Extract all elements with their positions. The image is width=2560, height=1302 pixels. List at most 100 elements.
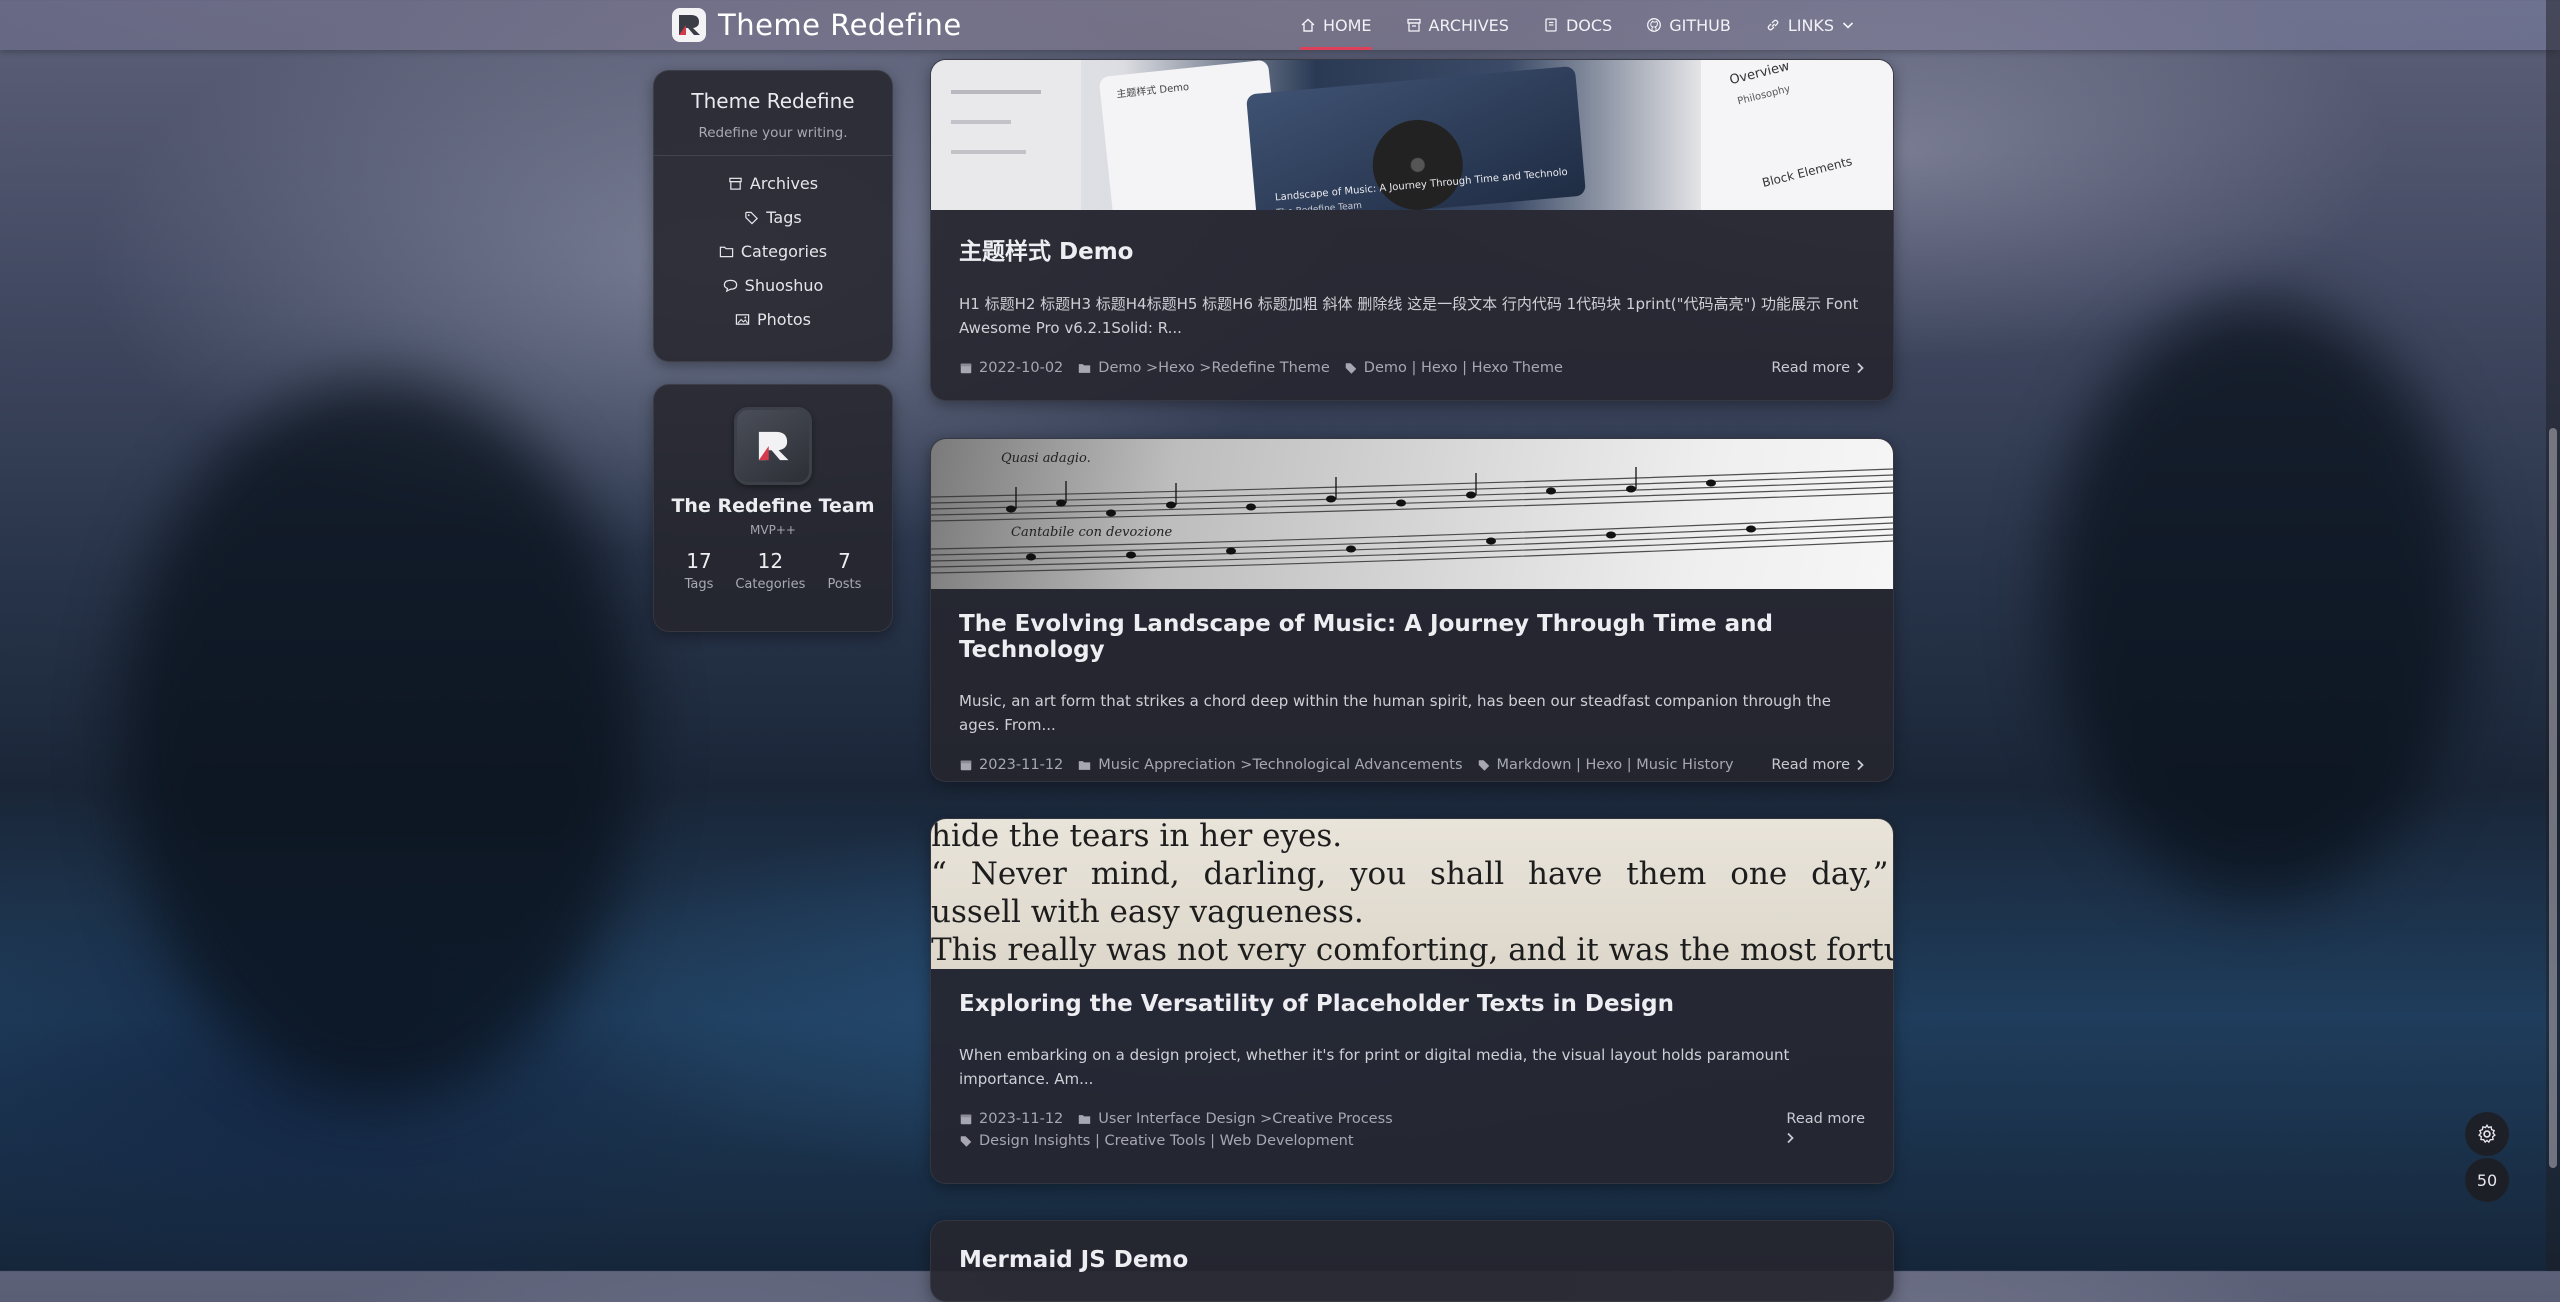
cover-mock-foot: The Redefine Team — [1275, 200, 1363, 210]
sidebar-item-label: Shuoshuo — [744, 275, 824, 295]
read-more-label: Read more — [1771, 757, 1850, 773]
post-excerpt: Music, an art form that strikes a chord … — [959, 692, 1831, 734]
link-icon — [1767, 19, 1779, 31]
post-card: Quasi adagio. Cantabile con devozione Th… — [930, 438, 1894, 782]
chevron-down-icon — [1842, 22, 1854, 29]
post-tags[interactable]: Markdown | Hexo | Music History — [1477, 754, 1734, 776]
post-tags-text: Markdown | Hexo | Music History — [1496, 757, 1734, 773]
nav-github[interactable]: GITHUB — [1646, 0, 1731, 50]
post-category-text: Demo >Hexo >Redefine Theme — [1098, 360, 1330, 376]
sidebar-item-photos[interactable]: Photos — [735, 302, 811, 336]
sidebar-item-label: Archives — [749, 173, 819, 193]
cover-philosophy: Philosophy — [1736, 83, 1792, 108]
book-icon — [1545, 18, 1557, 32]
top-navbar: Theme Redefine HOME ARCHIVES DOCS GITHUB… — [0, 0, 2560, 50]
archive-icon — [729, 177, 742, 190]
author-card: The Redefine Team MVP++ 17 Tags 12 Categ… — [653, 384, 893, 632]
sidebar-item-label: Photos — [757, 309, 811, 329]
post-category[interactable]: Music Appreciation >Technological Advanc… — [1077, 754, 1463, 776]
post-date: 2023-11-12 — [959, 1108, 1063, 1130]
sidebar-menu: Archives Tags Categories Shuoshuo Photos — [654, 166, 892, 336]
cover-block-elements: Block Elements — [1760, 154, 1854, 190]
page-scrollbar[interactable] — [2546, 0, 2560, 1271]
read-more-label: Read more — [1771, 360, 1850, 376]
post-date-text: 2022-10-02 — [979, 360, 1064, 376]
stat-number: 12 — [757, 549, 784, 573]
post-tags[interactable]: Demo | Hexo | Hexo Theme — [1344, 357, 1563, 379]
post-meta: 2022-10-02 Demo >Hexo >Redefine Theme De… — [959, 357, 1865, 379]
divider — [654, 155, 892, 156]
calendar-icon — [960, 363, 972, 374]
sidebar-item-archives[interactable]: Archives — [728, 166, 818, 200]
post-title[interactable]: Mermaid JS Demo — [959, 1247, 1865, 1273]
folder-icon — [1079, 761, 1091, 770]
post-category-text: User Interface Design >Creative Process — [1098, 1111, 1393, 1127]
cover-line: “ Never mind, darling, you shall have th… — [931, 856, 1893, 892]
cover-line: hide the tears in her eyes. — [931, 819, 1343, 854]
post-category[interactable]: User Interface Design >Creative Process — [1077, 1108, 1393, 1130]
cover-music-text: Quasi adagio. — [1001, 451, 1091, 466]
post-excerpt: H1 标题H2 标题H3 标题H4标题H5 标题H6 标题加粗 斜体 删除线 这… — [959, 295, 1859, 337]
sidebar-item-shuoshuo[interactable]: Shuoshuo — [723, 268, 824, 302]
read-more-link[interactable]: Read more — [1771, 754, 1865, 776]
settings-button[interactable] — [2465, 1112, 2509, 1156]
scroll-percent: 50 — [2476, 1170, 2498, 1190]
tag-icon — [745, 211, 759, 224]
sidebar-item-label: Categories — [740, 241, 828, 261]
post-date-text: 2023-11-12 — [979, 1111, 1064, 1127]
scrollbar-thumb[interactable] — [2549, 428, 2557, 1168]
calendar-icon — [960, 1114, 972, 1125]
post-card: 主题样式 Demo Landscape of Music: A Journey … — [930, 59, 1894, 401]
author-stats: 17 Tags 12 Categories 7 Posts — [654, 549, 892, 592]
stat-label: Tags — [684, 577, 714, 592]
stat-label: Categories — [735, 577, 806, 592]
post-title[interactable]: The Evolving Landscape of Music: A Journ… — [959, 611, 1865, 663]
post-title[interactable]: 主题样式 Demo — [959, 232, 1865, 266]
logo-icon — [758, 431, 789, 461]
gear-icon — [2478, 1124, 2496, 1144]
stat-number: 17 — [686, 549, 712, 573]
folder-icon — [1079, 364, 1091, 373]
brand[interactable]: Theme Redefine — [672, 8, 962, 42]
site-title: Theme Redefine — [691, 89, 855, 113]
post-cover-image[interactable]: hide the tears in her eyes. “ Never mind… — [931, 819, 1893, 969]
github-icon — [1647, 18, 1662, 32]
read-more-link[interactable]: Read more — [1771, 357, 1865, 379]
stat-number: 7 — [838, 549, 851, 573]
nav-docs-label: DOCS — [1565, 15, 1613, 35]
nav-archives[interactable]: ARCHIVES — [1406, 0, 1509, 50]
nav-home[interactable]: HOME — [1300, 0, 1372, 50]
post-tags[interactable]: Design Insights | Creative Tools | Web D… — [959, 1130, 1354, 1152]
site-subtitle: Redefine your writing. — [698, 125, 848, 141]
stat-posts[interactable]: 7 Posts — [827, 549, 861, 592]
read-more-label: Read more — [1786, 1111, 1865, 1127]
folder-icon — [719, 246, 734, 257]
read-more-link[interactable]: Read more — [1786, 1108, 1865, 1144]
post-cover-image[interactable]: Quasi adagio. Cantabile con devozione — [931, 439, 1893, 589]
nav-links-label: LINKS — [1787, 15, 1835, 35]
background-shadow — [120, 380, 640, 1100]
nav-github-label: GITHUB — [1669, 15, 1731, 35]
calendar-icon — [960, 760, 972, 771]
background-shadow — [2050, 300, 2470, 900]
nav-docs[interactable]: DOCS — [1543, 0, 1612, 50]
stat-tags[interactable]: 17 Tags — [685, 549, 714, 592]
chevron-right-icon — [1787, 1132, 1795, 1144]
post-cover-image[interactable]: 主题样式 Demo Landscape of Music: A Journey … — [931, 60, 1893, 210]
avatar[interactable] — [734, 407, 812, 485]
comment-icon — [723, 279, 737, 292]
post-category[interactable]: Demo >Hexo >Redefine Theme — [1077, 357, 1330, 379]
post-tags-text: Demo | Hexo | Hexo Theme — [1363, 360, 1563, 376]
scroll-progress-button[interactable]: 50 — [2465, 1158, 2509, 1202]
logo-icon — [672, 8, 706, 42]
author-role: MVP++ — [750, 523, 796, 537]
tags-icon — [960, 1136, 972, 1147]
sidebar-item-tags[interactable]: Tags — [744, 200, 802, 234]
main-nav: HOME ARCHIVES DOCS GITHUB LINKS — [1300, 0, 1855, 50]
chevron-right-icon — [1857, 362, 1864, 374]
sidebar-item-categories[interactable]: Categories — [719, 234, 827, 268]
stat-categories[interactable]: 12 Categories — [735, 549, 805, 592]
nav-links[interactable]: LINKS — [1765, 0, 1855, 50]
post-title[interactable]: Exploring the Versatility of Placeholder… — [959, 991, 1865, 1017]
cover-panel-right: Overview Philosophy Block Elements — [1701, 60, 1893, 210]
